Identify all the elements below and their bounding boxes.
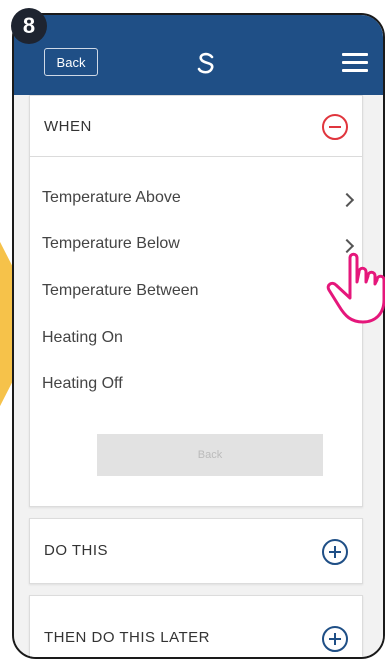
add-plus-icon[interactable] (322, 626, 348, 652)
header-back-button[interactable]: Back (44, 48, 98, 76)
when-section-header[interactable]: WHEN (29, 95, 363, 157)
option-temperature-between[interactable]: Temperature Between (42, 282, 199, 300)
s-logo-icon (197, 52, 214, 74)
then-do-this-later-title: THEN DO THIS LATER (44, 629, 210, 646)
option-heating-on[interactable]: Heating On (42, 329, 123, 347)
then-do-this-later-section[interactable]: THEN DO THIS LATER (29, 595, 363, 657)
when-options-list: Temperature Above Temperature Below Temp… (29, 157, 363, 507)
hamburger-menu-icon[interactable] (342, 53, 368, 73)
content-area: WHEN Temperature Above Temperature Below… (14, 95, 383, 657)
top-bar: Back (14, 15, 383, 95)
collapse-minus-icon[interactable] (322, 114, 348, 140)
do-this-title: DO THIS (44, 542, 109, 559)
step-badge: 8 (11, 8, 47, 44)
option-heating-off[interactable]: Heating Off (42, 375, 123, 393)
chevron-right-icon[interactable] (339, 192, 355, 208)
do-this-section[interactable]: DO THIS (29, 518, 363, 584)
option-temperature-below[interactable]: Temperature Below (42, 235, 180, 253)
options-back-button[interactable]: Back (97, 434, 323, 476)
phone-frame: Back WHEN Temperature Above Temperature … (12, 13, 385, 659)
when-title: WHEN (44, 118, 92, 135)
add-plus-icon[interactable] (322, 539, 348, 565)
option-temperature-above[interactable]: Temperature Above (42, 189, 181, 207)
hand-cursor-icon (326, 252, 385, 324)
